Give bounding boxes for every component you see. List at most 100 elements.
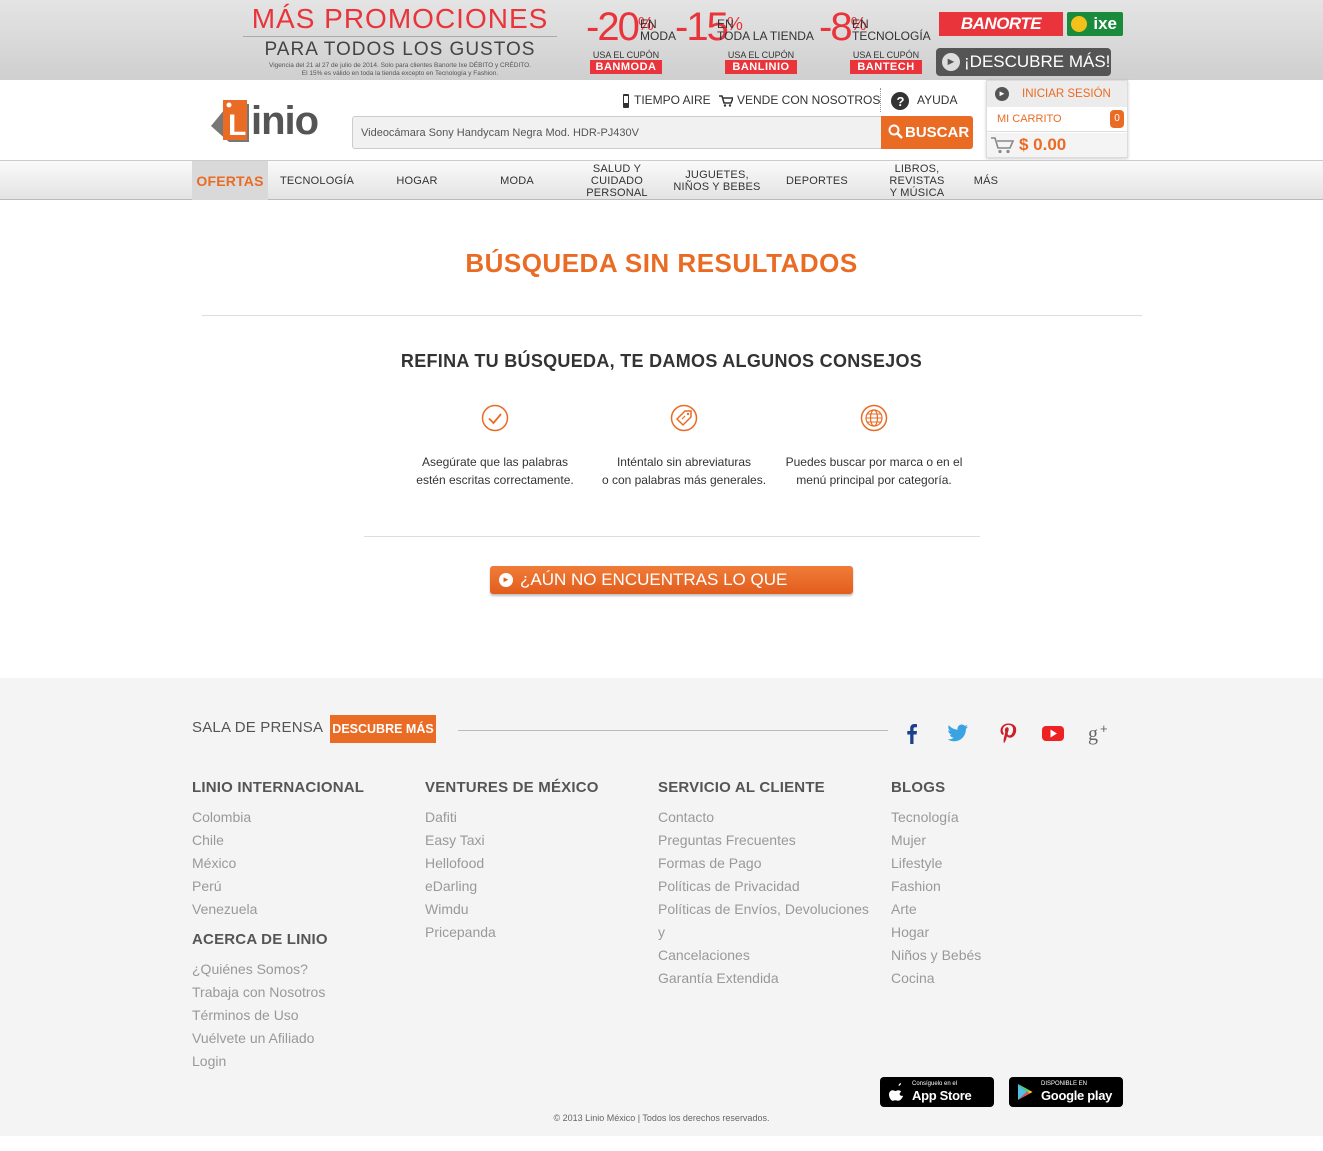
- footer-link[interactable]: Formas de Pago: [658, 852, 878, 875]
- tip-text: Puedes buscar por marca o en el menú pri…: [785, 455, 963, 487]
- footer-link[interactable]: Perú: [192, 875, 402, 898]
- linio-logo[interactable]: L inio: [209, 96, 339, 146]
- nav-item-juguetes[interactable]: JUGUETES, NIÑOS Y BEBES: [668, 161, 766, 200]
- footer-link[interactable]: Fashion: [891, 875, 1101, 898]
- promo-banner[interactable]: MÁS PROMOCIONES PARA TODOS LOS GUSTOS Vi…: [0, 0, 1323, 80]
- ixe-emblem-icon: [1071, 16, 1087, 32]
- deal-value: -20: [586, 5, 640, 49]
- twitter-icon[interactable]: [945, 720, 971, 746]
- nav-item-tecnologia[interactable]: TECNOLOGÍA: [268, 161, 366, 200]
- still-not-found-button[interactable]: ► ¿AÚN NO ENCUENTRAS LO QUE BUSCAS?: [490, 566, 853, 617]
- cart-total[interactable]: $ 0.00: [987, 133, 1127, 157]
- google-play-badge[interactable]: DISPONIBLE EN Google play: [1009, 1077, 1123, 1107]
- footer-link[interactable]: México: [192, 852, 402, 875]
- copyright: © 2013 Linio México | Todos los derechos…: [553, 1113, 770, 1123]
- footer-link[interactable]: Arte: [891, 898, 1101, 921]
- footer-heading: LINIO INTERNACIONAL: [192, 779, 365, 796]
- deal-use-coupon: USA EL CUPÓN: [592, 50, 660, 60]
- footer-heading: SERVICIO AL CLIENTE: [658, 779, 825, 796]
- deal-moda[interactable]: -20% EN MODA USA EL CUPÓN BANMODA: [586, 4, 676, 76]
- cart-link[interactable]: MI CARRITO 0: [987, 108, 1127, 132]
- footer-link[interactable]: Login: [192, 1050, 402, 1073]
- footer-link[interactable]: Lifestyle: [891, 852, 1101, 875]
- nav-item-ofertas[interactable]: OFERTAS: [192, 161, 268, 200]
- footer-link[interactable]: Hogar: [891, 921, 1101, 944]
- discover-more-button[interactable]: ► ¡DESCUBRE MÁS!: [936, 48, 1111, 76]
- nav-item-mas[interactable]: MÁS: [966, 161, 1006, 200]
- globe-icon: [860, 404, 888, 432]
- footer-link[interactable]: Trabaja con Nosotros: [192, 981, 402, 1004]
- check-icon: [481, 404, 509, 432]
- vende-con-nosotros-link[interactable]: VENDE CON NOSOTROS: [719, 92, 880, 108]
- deal-code: BANTECH: [850, 60, 922, 74]
- footer-link[interactable]: Contacto: [658, 806, 878, 829]
- tag-icon: [670, 404, 698, 432]
- nav-item-salud[interactable]: SALUD Y CUIDADO PERSONAL: [566, 161, 668, 200]
- deal-toda-la-tienda[interactable]: -15% EN TODA LA TIENDA USA EL CUPÓN BANLI…: [675, 4, 815, 76]
- nav-item-moda[interactable]: MODA: [468, 161, 566, 200]
- facebook-icon[interactable]: [899, 720, 925, 746]
- footer-link[interactable]: Cancelaciones: [658, 944, 878, 967]
- deal-tecnologia[interactable]: -8% EN TECNOLOGÍA USA EL CUPÓN BANTECH: [819, 4, 931, 76]
- footer-link[interactable]: Hellofood: [425, 852, 635, 875]
- cart-count-badge: 0: [1110, 110, 1124, 128]
- logo-wordmark: inio: [251, 99, 319, 143]
- svg-text:+: +: [1100, 721, 1108, 736]
- google-play-icon: [1018, 1084, 1033, 1100]
- footer-link[interactable]: Términos de Uso: [192, 1004, 402, 1027]
- footer-link[interactable]: Preguntas Frecuentes: [658, 829, 878, 852]
- nav-item-libros[interactable]: LIBROS, REVISTAS Y MÚSICA: [866, 161, 968, 200]
- tip-abbreviations: Inténtalo sin abreviaturas o con palabra…: [589, 404, 779, 489]
- tip-brand: Puedes buscar por marca o en el menú pri…: [779, 404, 969, 489]
- discover-more-label: ¡DESCUBRE MÁS!: [964, 52, 1111, 71]
- youtube-icon[interactable]: [1040, 720, 1066, 746]
- tiempo-aire-link[interactable]: TIEMPO AIRE: [622, 92, 711, 108]
- footer-link[interactable]: Políticas de Privacidad: [658, 875, 878, 898]
- footer-heading: VENTURES DE MÉXICO: [425, 779, 599, 796]
- search-button-label: BUSCAR: [905, 124, 970, 141]
- google-play-small: DISPONIBLE EN: [1041, 1081, 1088, 1087]
- footer-link[interactable]: Tecnología: [891, 806, 1101, 829]
- phone-icon: [623, 93, 629, 108]
- help-icon: ?: [891, 92, 909, 110]
- footer-link[interactable]: Chile: [192, 829, 402, 852]
- footer-link[interactable]: Dafiti: [425, 806, 635, 829]
- footer-link[interactable]: Colombia: [192, 806, 402, 829]
- deal-value: -8: [819, 5, 853, 49]
- press-room-label: SALA DE PRENSA: [192, 719, 324, 736]
- app-store-small: Consíguelo en el: [912, 1081, 958, 1087]
- footer-link[interactable]: Mujer: [891, 829, 1101, 852]
- svg-text:g: g: [1088, 723, 1098, 745]
- promo-headline: MÁS PROMOCIONES PARA TODOS LOS GUSTOS Vi…: [235, 4, 565, 77]
- footer-link[interactable]: Políticas de Envíos, Devoluciones y: [658, 898, 878, 944]
- footer-link[interactable]: Easy Taxi: [425, 829, 635, 852]
- search-input[interactable]: [352, 116, 882, 149]
- footer-link[interactable]: Wimdu: [425, 898, 635, 921]
- nav-item-deportes[interactable]: DEPORTES: [766, 161, 868, 200]
- footer-link[interactable]: Niños y Bebés: [891, 944, 1101, 967]
- ayuda-link[interactable]: ? AYUDA: [891, 92, 957, 110]
- footer-link[interactable]: eDarling: [425, 875, 635, 898]
- login-button[interactable]: ► INICIAR SESIÓN: [987, 81, 1127, 107]
- press-discover-button[interactable]: DESCUBRE MÁS: [330, 715, 436, 743]
- deal-scope: EN MODA: [640, 18, 676, 42]
- footer-link[interactable]: Cocina: [891, 967, 1101, 990]
- tip-text: Inténtalo sin abreviaturas o con palabra…: [601, 455, 767, 487]
- app-store-badge[interactable]: Consíguelo en el App Store: [880, 1077, 994, 1107]
- footer-link[interactable]: Venezuela: [192, 898, 402, 921]
- search-icon: [888, 124, 903, 139]
- footer-link[interactable]: Vuélvete un Afiliado: [192, 1027, 402, 1050]
- deal-scope-label: TODA LA TIENDA: [717, 29, 814, 43]
- footer-link[interactable]: Pricepanda: [425, 921, 635, 944]
- google-plus-icon[interactable]: g +: [1087, 720, 1113, 746]
- search-button[interactable]: BUSCAR: [881, 116, 973, 149]
- divider: [202, 315, 1142, 316]
- tip-text: Asegúrate que las palabras estén escrita…: [416, 455, 574, 487]
- ayuda-label: AYUDA: [917, 93, 958, 108]
- pinterest-icon[interactable]: [995, 720, 1021, 746]
- nav-item-hogar[interactable]: HOGAR: [366, 161, 468, 200]
- footer-col-ventures: VENTURES DE MÉXICO Dafiti Easy Taxi Hell…: [425, 779, 635, 944]
- footer-link[interactable]: ¿Quiénes Somos?: [192, 958, 402, 981]
- footer-link[interactable]: Garantía Extendida: [658, 967, 878, 990]
- app-store-big: App Store: [912, 1088, 972, 1103]
